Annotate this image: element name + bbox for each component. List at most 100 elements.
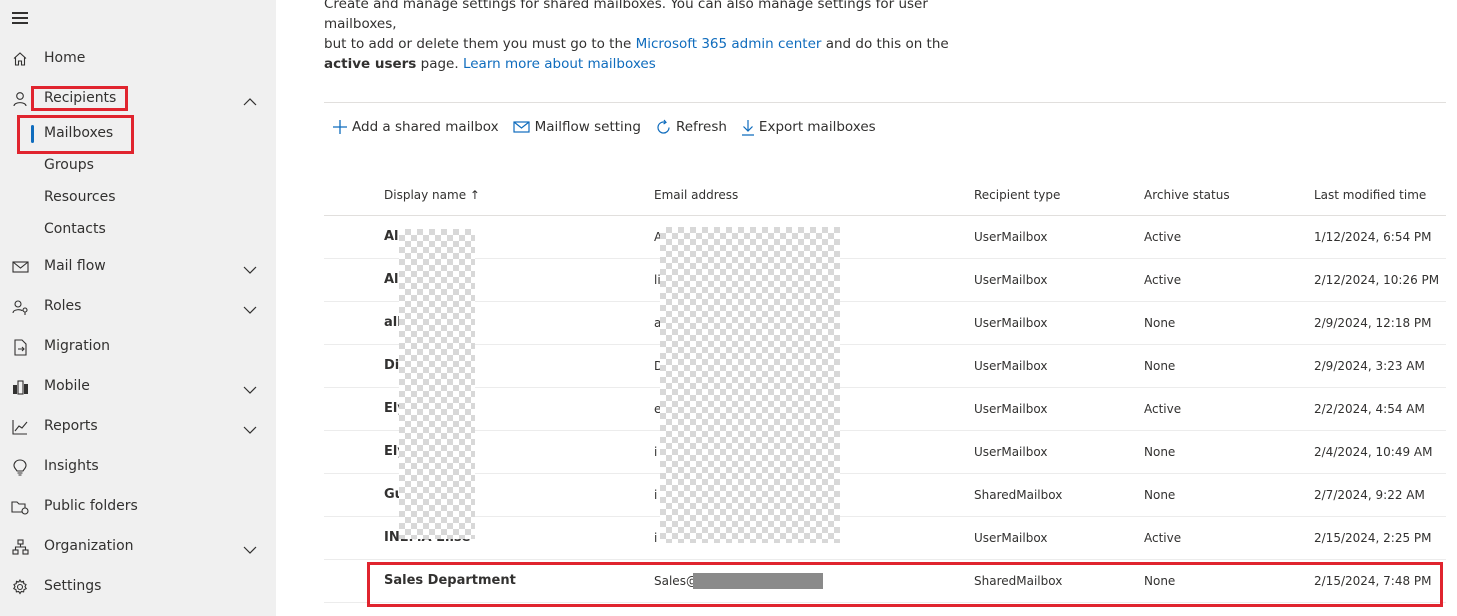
cell-archive: None: [1144, 316, 1176, 330]
sub-item-groups[interactable]: Groups: [0, 151, 276, 181]
learn-more-link[interactable]: Learn more about mailboxes: [463, 56, 656, 72]
cell-email: i: [654, 445, 658, 459]
chevron-down-icon[interactable]: [243, 260, 259, 274]
table-row[interactable]: Al A UserMailbox Active 1/12/2024, 6:54 PM: [324, 216, 1446, 259]
nav-label-migration: Migration: [44, 338, 111, 354]
column-header-email[interactable]: Email address: [654, 188, 738, 202]
nav-item-organization[interactable]: Organization: [0, 528, 276, 564]
chevron-down-icon[interactable]: [243, 540, 259, 554]
table-row[interactable]: Di D UserMailbox None 2/9/2024, 3:23 AM: [324, 345, 1446, 388]
sort-ascending-icon: ↑: [469, 188, 480, 202]
admin-center-link[interactable]: Microsoft 365 admin center: [636, 36, 822, 52]
cell-name[interactable]: Sales Department: [384, 573, 516, 588]
sub-item-contacts[interactable]: Contacts: [0, 215, 276, 245]
cell-archive: None: [1144, 574, 1176, 588]
mailflow-setting-button[interactable]: Mailflow setting: [513, 119, 641, 135]
nav-item-migration[interactable]: Migration: [0, 328, 276, 364]
divider: [324, 102, 1446, 103]
roles-icon: [11, 298, 29, 316]
nav-item-reports[interactable]: Reports: [0, 408, 276, 444]
cell-modified: 2/15/2024, 2:25 PM: [1314, 531, 1432, 545]
description-line-3: active users page. Learn more about mail…: [324, 54, 964, 74]
cell-email: i: [654, 488, 658, 502]
cell-archive: None: [1144, 445, 1176, 459]
cell-archive: Active: [1144, 273, 1182, 287]
cell-modified: 2/9/2024, 3:23 AM: [1314, 359, 1425, 373]
cell-modified: 1/12/2024, 6:54 PM: [1314, 230, 1432, 244]
table-row[interactable]: All li UserMailbox Active 2/12/2024, 10:26 P…: [324, 259, 1446, 302]
sub-label-groups: Groups: [44, 157, 94, 173]
cell-archive: Active: [1144, 531, 1182, 545]
cell-modified: 2/7/2024, 9:22 AM: [1314, 488, 1425, 502]
nav-item-settings[interactable]: Settings: [0, 568, 276, 604]
nav-label-mobile: Mobile: [44, 378, 90, 394]
nav-item-mail-flow[interactable]: Mail flow: [0, 248, 276, 284]
nav-item-mobile[interactable]: Mobile: [0, 368, 276, 404]
table-row[interactable]: INEMA EliseiUserMailboxActive2/15/2024, …: [324, 517, 1446, 560]
sub-item-mailboxes[interactable]: Mailboxes: [0, 119, 276, 149]
refresh-button[interactable]: Refresh: [655, 119, 727, 136]
mail-icon: [11, 258, 29, 276]
main-content: Create and manage settings for shared ma…: [276, 0, 1457, 616]
cell-modified: 2/15/2024, 7:48 PM: [1314, 574, 1432, 588]
cell-email: i: [654, 531, 658, 545]
nav-label-recipients: Recipients: [44, 90, 117, 106]
redaction-overlay-names: [399, 229, 475, 539]
cell-type: UserMailbox: [974, 402, 1048, 416]
cell-type: UserMailbox: [974, 445, 1048, 459]
refresh-icon: [657, 119, 670, 134]
command-bar: Add a shared mailbox Mailflow setting Re…: [332, 114, 890, 140]
person-icon: [11, 90, 29, 108]
nav-item-home[interactable]: Home: [0, 40, 276, 76]
table-row[interactable]: Gu i SharedMailbox None 2/7/2024, 9:22 AM: [324, 474, 1446, 517]
chevron-down-icon[interactable]: [243, 380, 259, 394]
nav-item-recipients[interactable]: Recipients: [0, 80, 276, 116]
plus-icon: [333, 120, 347, 134]
description-text: page.: [416, 56, 463, 72]
cell-type: SharedMailbox: [974, 488, 1063, 502]
add-shared-mailbox-button[interactable]: Add a shared mailbox: [332, 119, 499, 135]
org-chart-icon: [11, 538, 29, 556]
nav-item-public-folders[interactable]: Public folders: [0, 488, 276, 524]
cell-type: UserMailbox: [974, 531, 1048, 545]
table-row[interactable]: Sales Department Sales@ SharedMailbox None 2…: [324, 560, 1446, 603]
column-header-display-name[interactable]: Display name ↑: [384, 188, 480, 202]
chevron-down-icon[interactable]: [243, 420, 259, 434]
cell-name[interactable]: Di: [384, 358, 399, 373]
folder-icon: [11, 498, 29, 516]
home-icon: [11, 50, 29, 68]
active-users-text: active users: [324, 56, 417, 72]
sub-label-mailboxes: Mailboxes: [44, 125, 114, 141]
cell-email: Sales@: [654, 574, 698, 588]
column-header-recipient-type[interactable]: Recipient type: [974, 188, 1060, 202]
description-text: and do this on the: [821, 36, 949, 52]
cell-name[interactable]: Al: [384, 229, 399, 244]
chevron-down-icon[interactable]: [243, 300, 259, 314]
chevron-up-icon[interactable]: [243, 92, 259, 106]
cell-type: UserMailbox: [974, 230, 1048, 244]
export-mailboxes-label: Export mailboxes: [758, 119, 876, 135]
table-header: Display name ↑ Email address Recipient t…: [324, 173, 1446, 216]
table-row[interactable]: Ely e UserMailbox Active 2/2/2024, 4:54 AM: [324, 388, 1446, 431]
nav-label-mail-flow: Mail flow: [44, 258, 106, 274]
lightbulb-icon: [11, 458, 29, 476]
description-line-1: Create and manage settings for shared ma…: [324, 0, 928, 32]
column-header-last-modified[interactable]: Last modified time: [1314, 188, 1426, 202]
nav-item-roles[interactable]: Roles: [0, 288, 276, 324]
export-mailboxes-button[interactable]: Export mailboxes: [741, 119, 876, 136]
selected-indicator: [31, 125, 34, 143]
add-shared-mailbox-label: Add a shared mailbox: [352, 119, 499, 135]
table-row[interactable]: Ely i UserMailbox None 2/4/2024, 10:49 AM: [324, 431, 1446, 474]
cell-type: SharedMailbox: [974, 574, 1063, 588]
mobile-icon: [11, 378, 29, 396]
sub-item-resources[interactable]: Resources: [0, 183, 276, 213]
nav-label-roles: Roles: [44, 298, 82, 314]
table-body: Al A UserMailbox Active 1/12/2024, 6:54 PM Al…: [324, 216, 1446, 603]
column-header-archive-status[interactable]: Archive status: [1144, 188, 1230, 202]
table-row[interactable]: all a UserMailbox None 2/9/2024, 12:18 PM: [324, 302, 1446, 345]
refresh-label: Refresh: [675, 119, 727, 135]
nav-label-reports: Reports: [44, 418, 98, 434]
nav-item-insights[interactable]: Insights: [0, 448, 276, 484]
hamburger-menu-icon[interactable]: [12, 12, 28, 24]
mail-settings-icon: [513, 121, 530, 133]
